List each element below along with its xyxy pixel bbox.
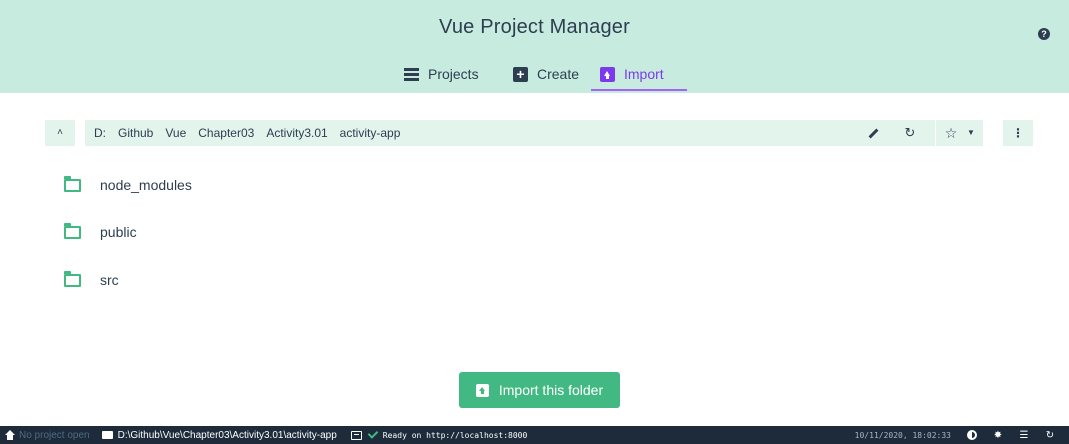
home-icon — [5, 430, 15, 440]
page-title: Vue Project Manager — [439, 16, 630, 38]
top-bar: Vue Project Manager ? Projects + Create … — [0, 0, 1069, 93]
tab-create[interactable]: + Create — [513, 60, 579, 92]
active-tab-indicator — [591, 89, 687, 91]
favorites-dropdown-button[interactable]: ▼ — [959, 120, 983, 146]
chevron-up-icon: ˄ — [57, 127, 63, 138]
datetime: 10/11/2020, 18:02:33 — [854, 430, 951, 440]
folder-icon — [101, 431, 113, 439]
breadcrumb-item[interactable]: Vue — [159, 120, 192, 146]
nav-tabs: Projects + Create Import — [0, 60, 1069, 93]
app-root: Vue Project Manager ? Projects + Create … — [0, 0, 1069, 444]
refresh-button[interactable]: ↻ — [895, 120, 925, 146]
plus-box-icon: + — [513, 67, 528, 82]
star-icon: ☆ — [944, 125, 958, 141]
folder-name: public — [100, 224, 137, 240]
folder-name: node_modules — [100, 177, 192, 193]
log-status[interactable]: Ready on http://localhost:8000 — [350, 426, 528, 444]
folder-icon — [64, 222, 81, 239]
more-vertical-icon: ⋮ — [1012, 126, 1024, 140]
caret-down-icon: ▼ — [967, 128, 975, 137]
breadcrumb: D: Github Vue Chapter03 Activity3.01 act… — [85, 120, 935, 146]
bug-icon[interactable]: ✸ — [991, 426, 1005, 444]
project-status[interactable]: No project open — [0, 426, 102, 444]
list-icon — [404, 67, 419, 82]
breadcrumb-item[interactable]: Activity3.01 — [260, 120, 333, 146]
tab-projects-label: Projects — [428, 66, 479, 82]
status-bar-right: 10/11/2020, 18:02:33 ✸ ☰ ↻ — [855, 426, 1069, 444]
folder-name: src — [100, 272, 119, 288]
check-icon — [367, 428, 379, 439]
breadcrumb-item[interactable]: activity-app — [334, 120, 407, 146]
dark-mode-toggle[interactable] — [965, 426, 979, 444]
folder-item[interactable]: public — [64, 221, 137, 243]
log-icon — [350, 430, 362, 440]
status-bar: No project open D:\Github\Vue\Chapter03\… — [0, 426, 1069, 444]
breadcrumb-item[interactable]: Github — [112, 120, 159, 146]
parent-folder-button[interactable]: ˄ — [45, 120, 75, 146]
pencil-icon[interactable] — [860, 120, 886, 146]
tab-import[interactable]: Import — [600, 60, 664, 92]
import-box-icon — [600, 67, 615, 82]
current-path[interactable]: D:\Github\Vue\Chapter03\Activity3.01\act… — [101, 426, 351, 444]
tab-projects[interactable]: Projects — [404, 60, 479, 92]
more-options-button[interactable]: ⋮ — [1003, 120, 1033, 146]
import-folder-label: Import this folder — [498, 382, 604, 398]
folder-icon — [64, 270, 81, 287]
refresh-icon[interactable]: ↻ — [1043, 426, 1057, 444]
folder-icon — [64, 175, 81, 192]
translate-icon[interactable]: ☰ — [1017, 426, 1031, 444]
log-message: Ready on http://localhost:8000 — [382, 430, 528, 440]
folder-item[interactable]: src — [64, 269, 119, 291]
tab-create-label: Create — [537, 66, 580, 82]
current-path-label: D:\Github\Vue\Chapter03\Activity3.01\act… — [117, 429, 337, 441]
question-circle-icon[interactable]: ? — [1038, 28, 1050, 40]
refresh-icon: ↻ — [904, 125, 916, 140]
contrast-icon — [967, 430, 977, 440]
breadcrumb-item[interactable]: Chapter03 — [192, 120, 260, 146]
breadcrumb-item[interactable]: D: — [93, 120, 112, 146]
project-status-label: No project open — [19, 429, 90, 441]
import-box-icon — [475, 383, 489, 397]
import-folder-button[interactable]: Import this folder — [459, 372, 620, 408]
tab-import-label: Import — [624, 66, 664, 82]
folder-item[interactable]: node_modules — [64, 174, 192, 196]
path-bar: ˄ D: Github Vue Chapter03 Activity3.01 a… — [45, 120, 1033, 146]
